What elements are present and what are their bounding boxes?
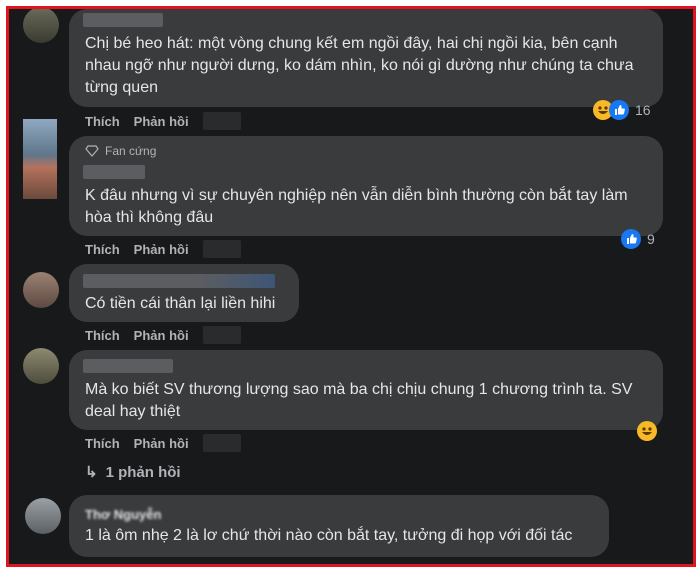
comment-text: K đâu nhưng vì sự chuyên nghiệp nên vẫn … [85, 187, 628, 226]
reply-button[interactable]: Phản hồi [134, 436, 189, 451]
comment-actions: Thích Phản hồi [85, 112, 241, 130]
comment-actions: Thích Phản hồi [85, 434, 241, 452]
timestamp-redacted[interactable] [202, 112, 241, 130]
replies-count: 1 phản hồi [105, 463, 181, 481]
reply-button[interactable]: Phản hồi [134, 242, 189, 257]
avatar[interactable] [23, 348, 59, 384]
like-icon [621, 229, 641, 249]
comment-text: Có tiền cái thân lại liền hihi [85, 295, 276, 312]
reaction-count: 9 [647, 231, 655, 247]
reply-button[interactable]: Phản hồi [134, 328, 189, 343]
comment-author-redacted[interactable] [83, 359, 173, 373]
reaction-summary[interactable] [637, 421, 657, 441]
like-icon [609, 100, 629, 120]
comments-panel: Chị bé heo hát: một vòng chung kết em ng… [6, 6, 696, 567]
comment-text: 1 là ôm nhẹ 2 là lơ chứ thời nào còn bắt… [85, 527, 573, 544]
reaction-summary[interactable]: 9 [621, 229, 655, 249]
comment-text: Mà ko biết SV thương lượng sao mà ba chị… [85, 381, 633, 420]
like-button[interactable]: Thích [85, 328, 120, 343]
avatar[interactable] [23, 9, 59, 43]
comment-author-redacted[interactable] [83, 165, 145, 179]
timestamp-redacted[interactable] [202, 434, 241, 452]
avatar[interactable] [25, 498, 61, 534]
haha-icon [637, 421, 657, 441]
badge-label: Fan cứng [105, 144, 157, 158]
like-button[interactable]: Thích [85, 114, 120, 129]
fan-badge[interactable]: Fan cứng [85, 144, 156, 158]
comment-actions: Thích Phản hồi [85, 240, 241, 258]
view-replies-link[interactable]: ↳ 1 phản hồi [85, 463, 181, 482]
timestamp-redacted[interactable] [202, 240, 241, 258]
comment-actions: Thích Phản hồi [85, 326, 241, 344]
comment-author-redacted[interactable] [83, 13, 163, 27]
reaction-summary[interactable]: 16 [593, 100, 651, 120]
reaction-count: 16 [635, 102, 651, 118]
like-button[interactable]: Thích [85, 242, 120, 257]
avatar[interactable] [23, 272, 59, 308]
reply-arrow-icon: ↳ [85, 464, 98, 481]
timestamp-redacted[interactable] [202, 326, 241, 344]
like-button[interactable]: Thích [85, 436, 120, 451]
comment-text: Chị bé heo hát: một vòng chung kết em ng… [85, 35, 634, 96]
comment-author[interactable]: Thơ Nguyễn [85, 507, 161, 522]
avatar[interactable] [23, 119, 57, 199]
comment-author-redacted[interactable] [83, 274, 275, 288]
reply-button[interactable]: Phản hồi [134, 114, 189, 129]
diamond-icon [85, 145, 99, 157]
